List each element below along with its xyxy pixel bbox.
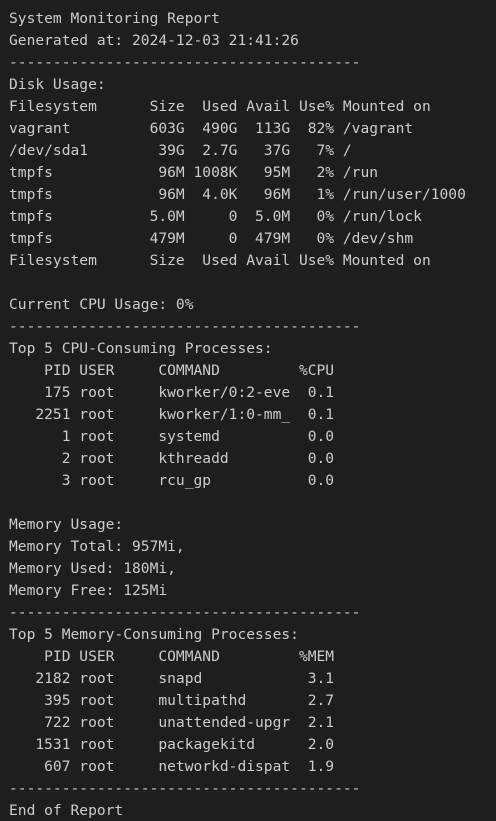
process-row: 395 root multipathd 2.7 [9, 692, 335, 709]
process-row: 2 root kthreadd 0.0 [9, 450, 335, 467]
report-title: System Monitoring Report [9, 10, 220, 27]
separator-line: ---------------------------------------- [9, 604, 361, 621]
disk-usage-row: tmpfs 96M 1008K 95M 2% /run [9, 164, 379, 181]
separator-line: ---------------------------------------- [9, 54, 361, 71]
disk-usage-row: tmpfs 479M 0 479M 0% /dev/shm [9, 230, 414, 247]
section-heading: Disk Usage: [9, 76, 106, 93]
terminal-output[interactable]: System Monitoring Report Generated at: 20… [0, 0, 496, 821]
separator-line: ---------------------------------------- [9, 780, 361, 797]
process-row: 2251 root kworker/1:0-mm_ 0.1 [9, 406, 335, 423]
memory-stat: Memory Free: 125Mi [9, 582, 168, 599]
cpu-usage-stat: Current CPU Usage: 0% [9, 296, 194, 313]
section-heading: Top 5 Memory-Consuming Processes: [9, 626, 299, 643]
table-header-row: PID USER COMMAND %CPU [9, 362, 335, 379]
disk-usage-row: /dev/sda1 39G 2.7G 37G 7% / [9, 142, 352, 159]
section-heading: Memory Usage: [9, 516, 124, 533]
table-header-row: Filesystem Size Used Avail Use% Mounted … [9, 252, 431, 269]
disk-usage-row: tmpfs 96M 4.0K 96M 1% /run/user/1000 [9, 186, 466, 203]
process-row: 1 root systemd 0.0 [9, 428, 335, 445]
section-heading: Top 5 CPU-Consuming Processes: [9, 340, 273, 357]
process-row: 1531 root packagekitd 2.0 [9, 736, 335, 753]
table-header-row: PID USER COMMAND %MEM [9, 648, 335, 665]
process-row: 175 root kworker/0:2-eve 0.1 [9, 384, 335, 401]
separator-line: ---------------------------------------- [9, 318, 361, 335]
process-row: 2182 root snapd 3.1 [9, 670, 335, 687]
process-row: 607 root networkd-dispat 1.9 [9, 758, 335, 775]
process-row: 722 root unattended-upgr 2.1 [9, 714, 335, 731]
disk-usage-row: tmpfs 5.0M 0 5.0M 0% /run/lock [9, 208, 422, 225]
memory-stat: Memory Used: 180Mi, [9, 560, 176, 577]
generated-timestamp: Generated at: 2024-12-03 21:41:26 [9, 32, 299, 49]
table-header-row: Filesystem Size Used Avail Use% Mounted … [9, 98, 431, 115]
process-row: 3 root rcu_gp 0.0 [9, 472, 335, 489]
report-footer: End of Report [9, 802, 124, 819]
memory-stat: Memory Total: 957Mi, [9, 538, 185, 555]
disk-usage-row: vagrant 603G 490G 113G 82% /vagrant [9, 120, 414, 137]
